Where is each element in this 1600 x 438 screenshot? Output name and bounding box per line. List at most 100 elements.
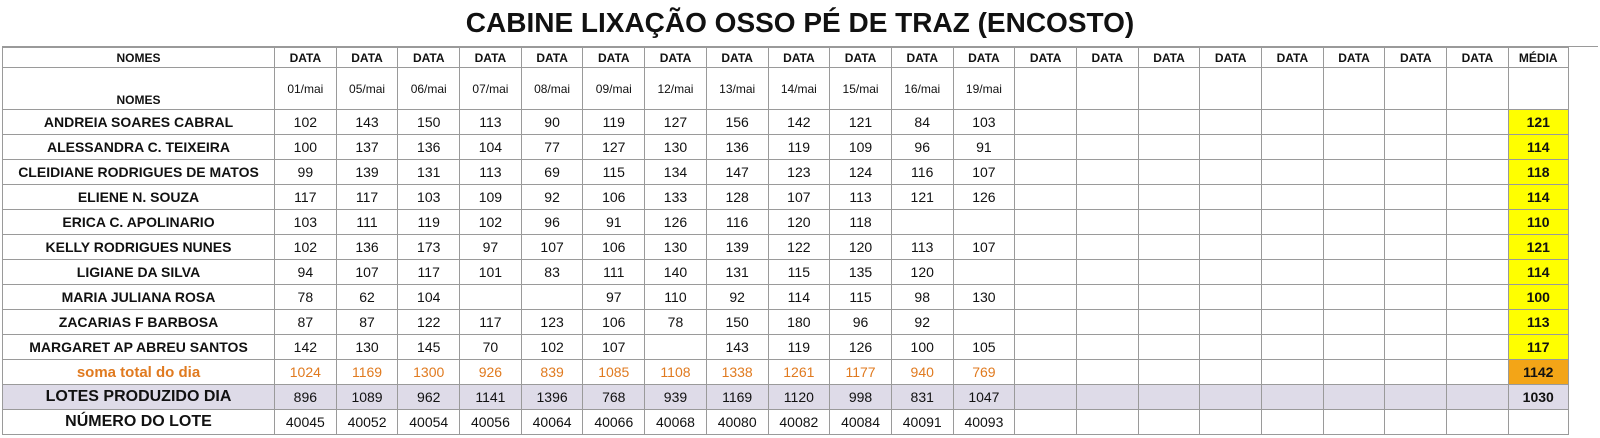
value-cell[interactable] bbox=[1384, 134, 1448, 160]
value-cell[interactable] bbox=[1075, 309, 1139, 335]
value-cell[interactable] bbox=[1322, 334, 1386, 360]
value-cell[interactable]: 69 bbox=[520, 159, 584, 185]
value-cell[interactable] bbox=[1261, 109, 1324, 135]
value-cell[interactable]: 115 bbox=[829, 284, 892, 310]
average-cell[interactable]: 114 bbox=[1507, 259, 1569, 285]
value-cell[interactable]: 180 bbox=[767, 309, 831, 335]
value-cell[interactable] bbox=[1322, 109, 1386, 135]
average-cell[interactable]: 110 bbox=[1507, 209, 1569, 235]
value-cell[interactable]: 135 bbox=[829, 259, 892, 285]
value-cell[interactable] bbox=[1322, 209, 1386, 235]
value-cell[interactable]: 90 bbox=[520, 109, 584, 135]
value-cell[interactable]: 100 bbox=[890, 334, 954, 360]
value-cell[interactable] bbox=[1014, 134, 1077, 160]
numero-value[interactable] bbox=[1261, 409, 1324, 435]
value-cell[interactable]: 122 bbox=[767, 234, 831, 260]
value-cell[interactable]: 113 bbox=[890, 234, 954, 260]
soma-value[interactable]: 1177 bbox=[829, 359, 892, 385]
value-cell[interactable] bbox=[1261, 234, 1324, 260]
value-cell[interactable] bbox=[1199, 284, 1262, 310]
numero-value[interactable] bbox=[1137, 409, 1201, 435]
lotes-value[interactable] bbox=[1384, 384, 1448, 410]
date-cell[interactable] bbox=[1322, 67, 1386, 110]
soma-value[interactable] bbox=[1137, 359, 1201, 385]
numero-value[interactable]: 40068 bbox=[644, 409, 707, 435]
value-cell[interactable]: 133 bbox=[644, 184, 707, 210]
lotes-value[interactable] bbox=[1199, 384, 1262, 410]
value-cell[interactable] bbox=[1014, 259, 1077, 285]
date-cell[interactable]: 16/mai bbox=[890, 67, 954, 110]
value-cell[interactable] bbox=[1322, 134, 1386, 160]
value-cell[interactable] bbox=[1075, 284, 1139, 310]
value-cell[interactable] bbox=[1199, 109, 1262, 135]
value-cell[interactable]: 114 bbox=[767, 284, 831, 310]
soma-value[interactable] bbox=[1446, 359, 1509, 385]
value-cell[interactable] bbox=[1075, 259, 1139, 285]
soma-value[interactable]: 769 bbox=[952, 359, 1016, 385]
value-cell[interactable] bbox=[1199, 259, 1262, 285]
value-cell[interactable]: 119 bbox=[767, 134, 831, 160]
numero-value[interactable]: 40080 bbox=[705, 409, 769, 435]
numero-value[interactable]: 40082 bbox=[767, 409, 831, 435]
value-cell[interactable]: 110 bbox=[644, 284, 707, 310]
value-cell[interactable] bbox=[1261, 309, 1324, 335]
value-cell[interactable] bbox=[952, 209, 1016, 235]
value-cell[interactable]: 115 bbox=[582, 159, 646, 185]
value-cell[interactable]: 96 bbox=[829, 309, 892, 335]
value-cell[interactable]: 103 bbox=[397, 184, 461, 210]
value-cell[interactable]: 136 bbox=[397, 134, 461, 160]
date-cell[interactable] bbox=[1261, 67, 1324, 110]
value-cell[interactable] bbox=[1322, 184, 1386, 210]
value-cell[interactable]: 101 bbox=[459, 259, 522, 285]
value-cell[interactable]: 139 bbox=[335, 159, 399, 185]
value-cell[interactable] bbox=[1137, 309, 1201, 335]
numero-value[interactable] bbox=[1446, 409, 1509, 435]
value-cell[interactable]: 145 bbox=[397, 334, 461, 360]
value-cell[interactable]: 131 bbox=[397, 159, 461, 185]
numero-value[interactable] bbox=[1014, 409, 1077, 435]
value-cell[interactable] bbox=[1322, 159, 1386, 185]
value-cell[interactable]: 97 bbox=[459, 234, 522, 260]
value-cell[interactable] bbox=[1261, 334, 1324, 360]
value-cell[interactable] bbox=[1137, 284, 1201, 310]
value-cell[interactable]: 99 bbox=[274, 159, 337, 185]
value-cell[interactable]: 111 bbox=[335, 209, 399, 235]
soma-value[interactable]: 1024 bbox=[274, 359, 337, 385]
date-cell[interactable] bbox=[1199, 67, 1262, 110]
value-cell[interactable] bbox=[1446, 234, 1509, 260]
value-cell[interactable] bbox=[1446, 284, 1509, 310]
date-cell[interactable]: 15/mai bbox=[829, 67, 892, 110]
lotes-value[interactable]: 998 bbox=[829, 384, 892, 410]
numero-value[interactable]: 40064 bbox=[520, 409, 584, 435]
soma-value[interactable]: 940 bbox=[890, 359, 954, 385]
value-cell[interactable]: 62 bbox=[335, 284, 399, 310]
value-cell[interactable]: 91 bbox=[582, 209, 646, 235]
date-cell[interactable]: 09/mai bbox=[582, 67, 646, 110]
value-cell[interactable]: 103 bbox=[274, 209, 337, 235]
numero-value[interactable]: 40066 bbox=[582, 409, 646, 435]
value-cell[interactable] bbox=[1384, 159, 1448, 185]
value-cell[interactable] bbox=[520, 284, 584, 310]
value-cell[interactable]: 113 bbox=[829, 184, 892, 210]
soma-value[interactable] bbox=[1384, 359, 1448, 385]
value-cell[interactable]: 70 bbox=[459, 334, 522, 360]
value-cell[interactable] bbox=[644, 334, 707, 360]
value-cell[interactable] bbox=[1014, 109, 1077, 135]
value-cell[interactable]: 120 bbox=[890, 259, 954, 285]
value-cell[interactable]: 117 bbox=[397, 259, 461, 285]
value-cell[interactable]: 143 bbox=[335, 109, 399, 135]
value-cell[interactable] bbox=[1384, 184, 1448, 210]
value-cell[interactable]: 121 bbox=[890, 184, 954, 210]
value-cell[interactable]: 107 bbox=[952, 159, 1016, 185]
value-cell[interactable] bbox=[1261, 259, 1324, 285]
value-cell[interactable]: 91 bbox=[952, 134, 1016, 160]
soma-value[interactable] bbox=[1075, 359, 1139, 385]
date-cell[interactable]: 08/mai bbox=[520, 67, 584, 110]
value-cell[interactable] bbox=[1075, 334, 1139, 360]
value-cell[interactable]: 97 bbox=[582, 284, 646, 310]
value-cell[interactable]: 105 bbox=[952, 334, 1016, 360]
numero-value[interactable] bbox=[1199, 409, 1262, 435]
value-cell[interactable]: 147 bbox=[705, 159, 769, 185]
value-cell[interactable]: 96 bbox=[890, 134, 954, 160]
value-cell[interactable] bbox=[1014, 209, 1077, 235]
